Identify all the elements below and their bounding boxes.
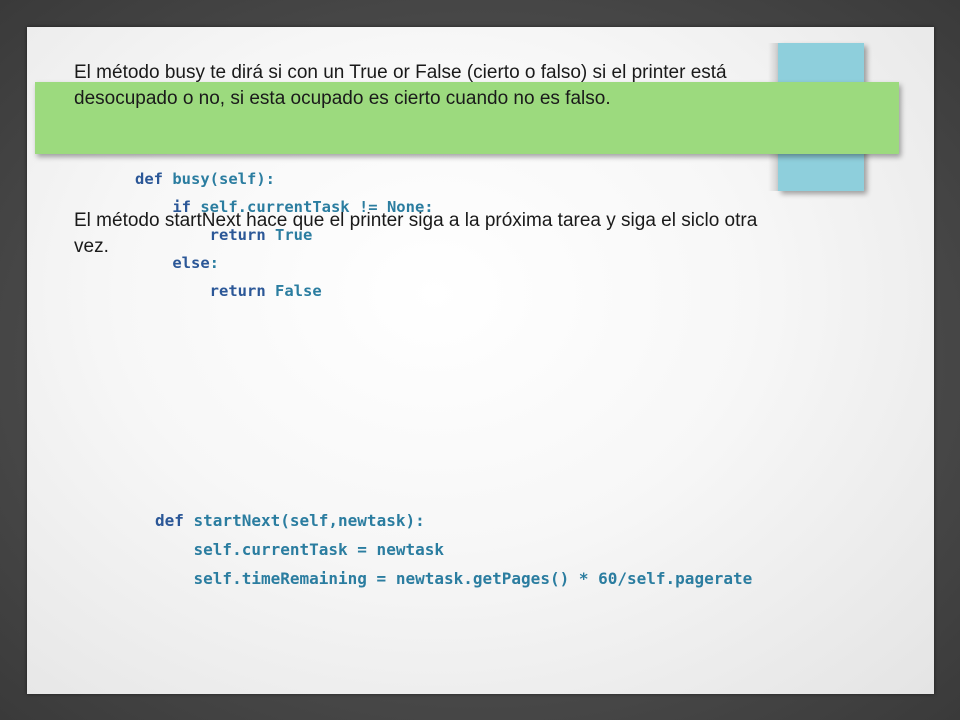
code-line: return False	[209, 282, 322, 300]
code-line: self.timeRemaining = newtask.getPages() …	[155, 569, 753, 588]
paragraph-startnext-description: El método startNext hace que el printer …	[74, 210, 758, 257]
code-line: def startNext(self,newtask):	[155, 511, 425, 530]
paragraph-busy-description: El método busy te dirá si con un True or…	[74, 62, 727, 109]
code-line: def busy(self):	[135, 170, 275, 188]
code-line: self.currentTask = newtask	[155, 540, 444, 559]
code-snippet-startnext: def startNext(self,newtask): self.curren…	[155, 506, 752, 593]
slide: def busy(self): if self.currentTask != N…	[27, 27, 934, 694]
